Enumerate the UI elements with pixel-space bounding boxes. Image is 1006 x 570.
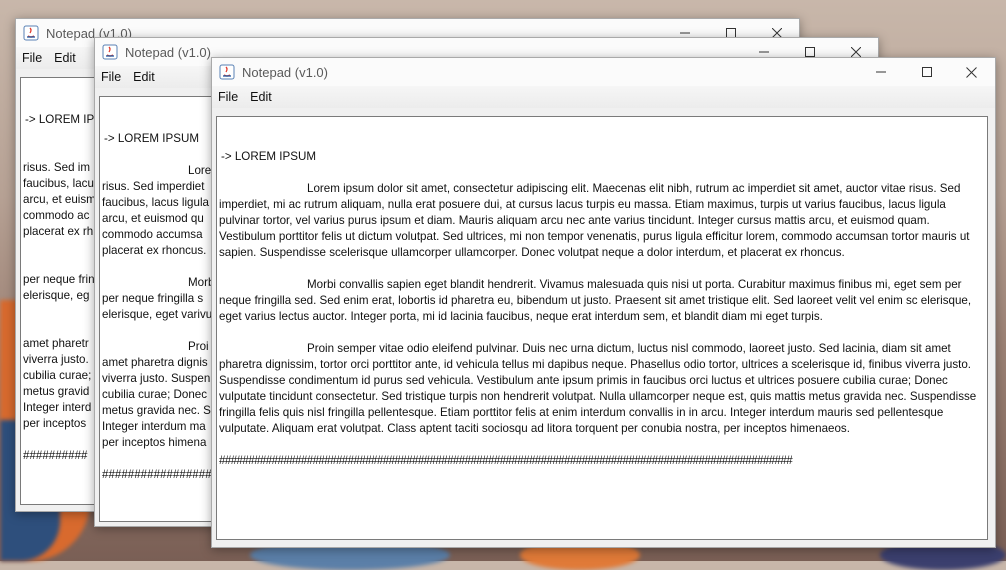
java-app-icon <box>23 25 39 41</box>
paragraph-text: Proin semper vitae odio eleifend pulvina… <box>219 342 977 435</box>
text-line: per neque fringilla s <box>102 292 204 305</box>
text-line: -> LOREM IPSUM <box>104 132 200 145</box>
text-line: risus. Sed imperdiet <box>102 180 205 193</box>
text-line: per inceptos <box>23 417 87 430</box>
text-line: amet pharetr <box>23 337 89 350</box>
title-bar[interactable]: Notepad (v1.0) <box>212 58 995 86</box>
close-button[interactable] <box>948 58 994 86</box>
text-line: Proi <box>188 340 209 353</box>
text-line: cubilia curae; Donec <box>102 388 208 401</box>
menu-edit[interactable]: Edit <box>244 86 278 108</box>
text-line: per neque frin <box>23 273 95 286</box>
text-line: elerisque, eget varivu <box>102 308 213 321</box>
document-hash-line: ########################################… <box>219 454 793 467</box>
text-line: Integer interd <box>23 401 92 414</box>
menu-bar: File Edit <box>212 86 995 108</box>
text-line: arcu, et euism <box>23 193 96 206</box>
document-paragraph-3: Proin semper vitae odio eleifend pulvina… <box>219 341 985 437</box>
window-title: Notepad (v1.0) <box>242 64 328 80</box>
text-line: viverra justo. <box>23 353 89 366</box>
text-area[interactable]: -> LOREM IPSUM Lorem ipsum dolor sit ame… <box>216 116 988 540</box>
menu-file[interactable]: File <box>16 47 48 69</box>
text-line: ########## <box>23 449 88 462</box>
text-line: commodo ac <box>23 209 90 222</box>
text-line: cubilia curae; <box>23 369 92 382</box>
java-app-icon <box>102 44 118 60</box>
paragraph-text: Morbi convallis sapien eget blandit hend… <box>219 278 972 323</box>
text-line: placerat ex rhoncus. <box>102 244 207 257</box>
window-title: Notepad (v1.0) <box>125 44 211 60</box>
java-app-icon <box>219 64 235 80</box>
text-line: faucibus, lacu <box>23 177 94 190</box>
text-line: ################## <box>102 468 219 481</box>
text-line: -> LOREM IP <box>25 113 95 126</box>
menu-file[interactable]: File <box>212 86 244 108</box>
notepad-window-front[interactable]: Notepad (v1.0) File Edit -> LOREM IPSUM … <box>211 57 996 548</box>
text-line: elerisque, eg <box>23 289 90 302</box>
text-line: metus gravida nec. S <box>102 404 211 417</box>
text-line: arcu, et euismod qu <box>102 212 204 225</box>
menu-edit[interactable]: Edit <box>127 66 161 88</box>
menu-edit[interactable]: Edit <box>48 47 82 69</box>
text-line: metus gravid <box>23 385 90 398</box>
text-line: risus. Sed im <box>23 161 91 174</box>
document-heading: -> LOREM IPSUM <box>221 150 317 163</box>
document-paragraph-1: Lorem ipsum dolor sit amet, consectetur … <box>219 181 985 261</box>
text-line: commodo accumsa <box>102 228 203 241</box>
menu-file[interactable]: File <box>95 66 127 88</box>
text-line: Integer interdum ma <box>102 420 206 433</box>
text-line: viverra justo. Suspen <box>102 372 211 385</box>
text-line: per inceptos himena <box>102 436 207 449</box>
text-line: Lore <box>188 164 212 177</box>
text-line: placerat ex rh <box>23 225 94 238</box>
paragraph-text: Lorem ipsum dolor sit amet, consectetur … <box>219 182 970 259</box>
text-line: amet pharetra dignis <box>102 356 208 369</box>
maximize-button[interactable] <box>904 58 950 86</box>
text-line: faucibus, lacus ligula <box>102 196 209 209</box>
minimize-button[interactable] <box>858 58 904 86</box>
document-paragraph-2: Morbi convallis sapien eget blandit hend… <box>219 277 985 325</box>
